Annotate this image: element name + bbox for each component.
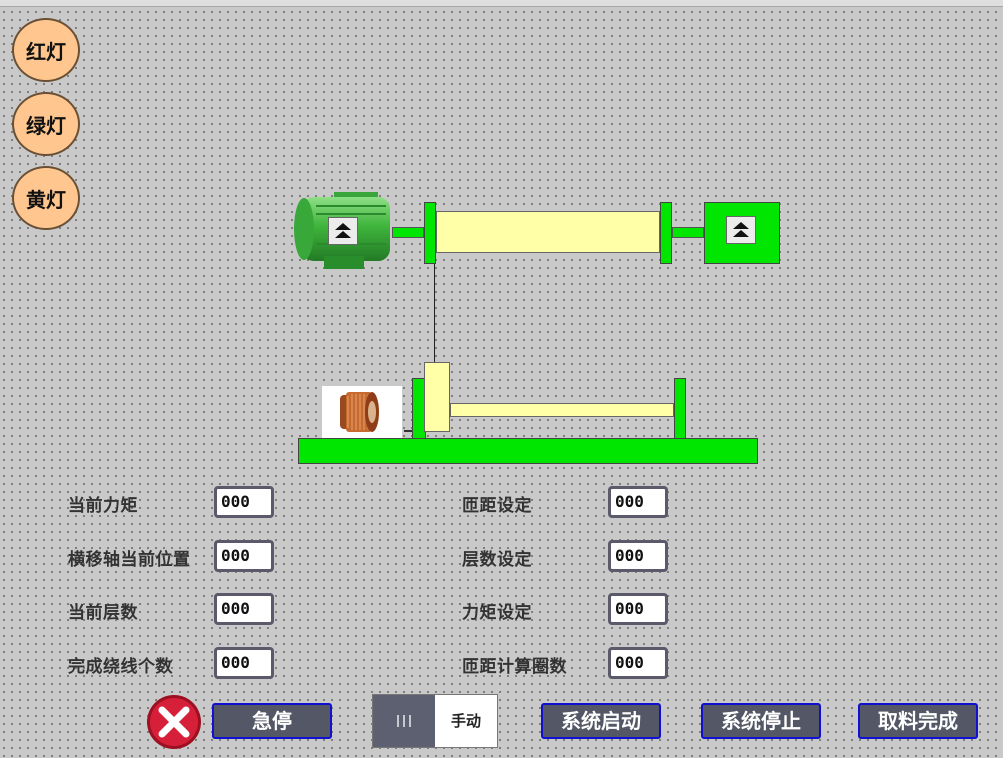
- toolbar-strip: [0, 0, 1003, 7]
- layer-setting-label: 层数设定: [462, 550, 532, 570]
- emergency-stop-button[interactable]: 急停: [212, 703, 332, 739]
- encoder-coupling: [672, 227, 704, 238]
- mode-label: 手动: [450, 712, 481, 730]
- current-torque-value: 000: [214, 486, 274, 518]
- traverse-carriage: [424, 362, 450, 432]
- machine-base: [298, 438, 758, 464]
- material-finish-button[interactable]: 取料完成: [858, 703, 978, 739]
- motor-arrow-icon[interactable]: [328, 217, 358, 245]
- mode-toggle[interactable]: 手动: [372, 694, 498, 748]
- pitch-turns-input[interactable]: 000: [608, 647, 668, 679]
- system-stop-button[interactable]: 系统停止: [701, 703, 821, 739]
- finished-count-value: 000: [214, 647, 274, 679]
- traverse-rail: [450, 403, 674, 417]
- motor-coupling: [392, 227, 424, 238]
- pitch-setting-label: 匝距设定: [462, 496, 532, 516]
- yellow-lamp: 黄灯: [12, 166, 80, 230]
- red-lamp: 红灯: [12, 18, 80, 82]
- green-lamp: 绿灯: [12, 92, 80, 156]
- torque-setting-label: 力矩设定: [462, 603, 532, 623]
- red-lamp-label: 红灯: [26, 39, 66, 64]
- encoder-arrow-icon[interactable]: [726, 216, 756, 244]
- current-layer-label: 当前层数: [68, 603, 138, 623]
- winding-roller: [436, 211, 660, 253]
- traverse-right-post: [674, 378, 686, 440]
- yellow-lamp-label: 黄灯: [26, 187, 66, 212]
- pitch-turns-label: 匝距计算圈数: [462, 657, 567, 677]
- toggle-thumb[interactable]: [373, 695, 435, 747]
- layer-setting-input[interactable]: 000: [608, 540, 668, 572]
- current-layer-value: 000: [214, 593, 274, 625]
- wire-line: [434, 264, 435, 364]
- pitch-setting-input[interactable]: 000: [608, 486, 668, 518]
- torque-setting-input[interactable]: 000: [608, 593, 668, 625]
- traverse-position-label: 横移轴当前位置: [68, 550, 191, 570]
- green-lamp-label: 绿灯: [26, 113, 66, 138]
- grip-icon: [397, 715, 411, 727]
- right-flange: [660, 202, 672, 264]
- close-icon[interactable]: [144, 694, 204, 750]
- system-start-button[interactable]: 系统启动: [541, 703, 661, 739]
- traverse-position-value: 000: [214, 540, 274, 572]
- wire-spool-icon: [322, 386, 402, 438]
- left-flange: [424, 202, 436, 264]
- current-torque-label: 当前力矩: [68, 496, 138, 516]
- finished-count-label: 完成绕线个数: [68, 657, 173, 677]
